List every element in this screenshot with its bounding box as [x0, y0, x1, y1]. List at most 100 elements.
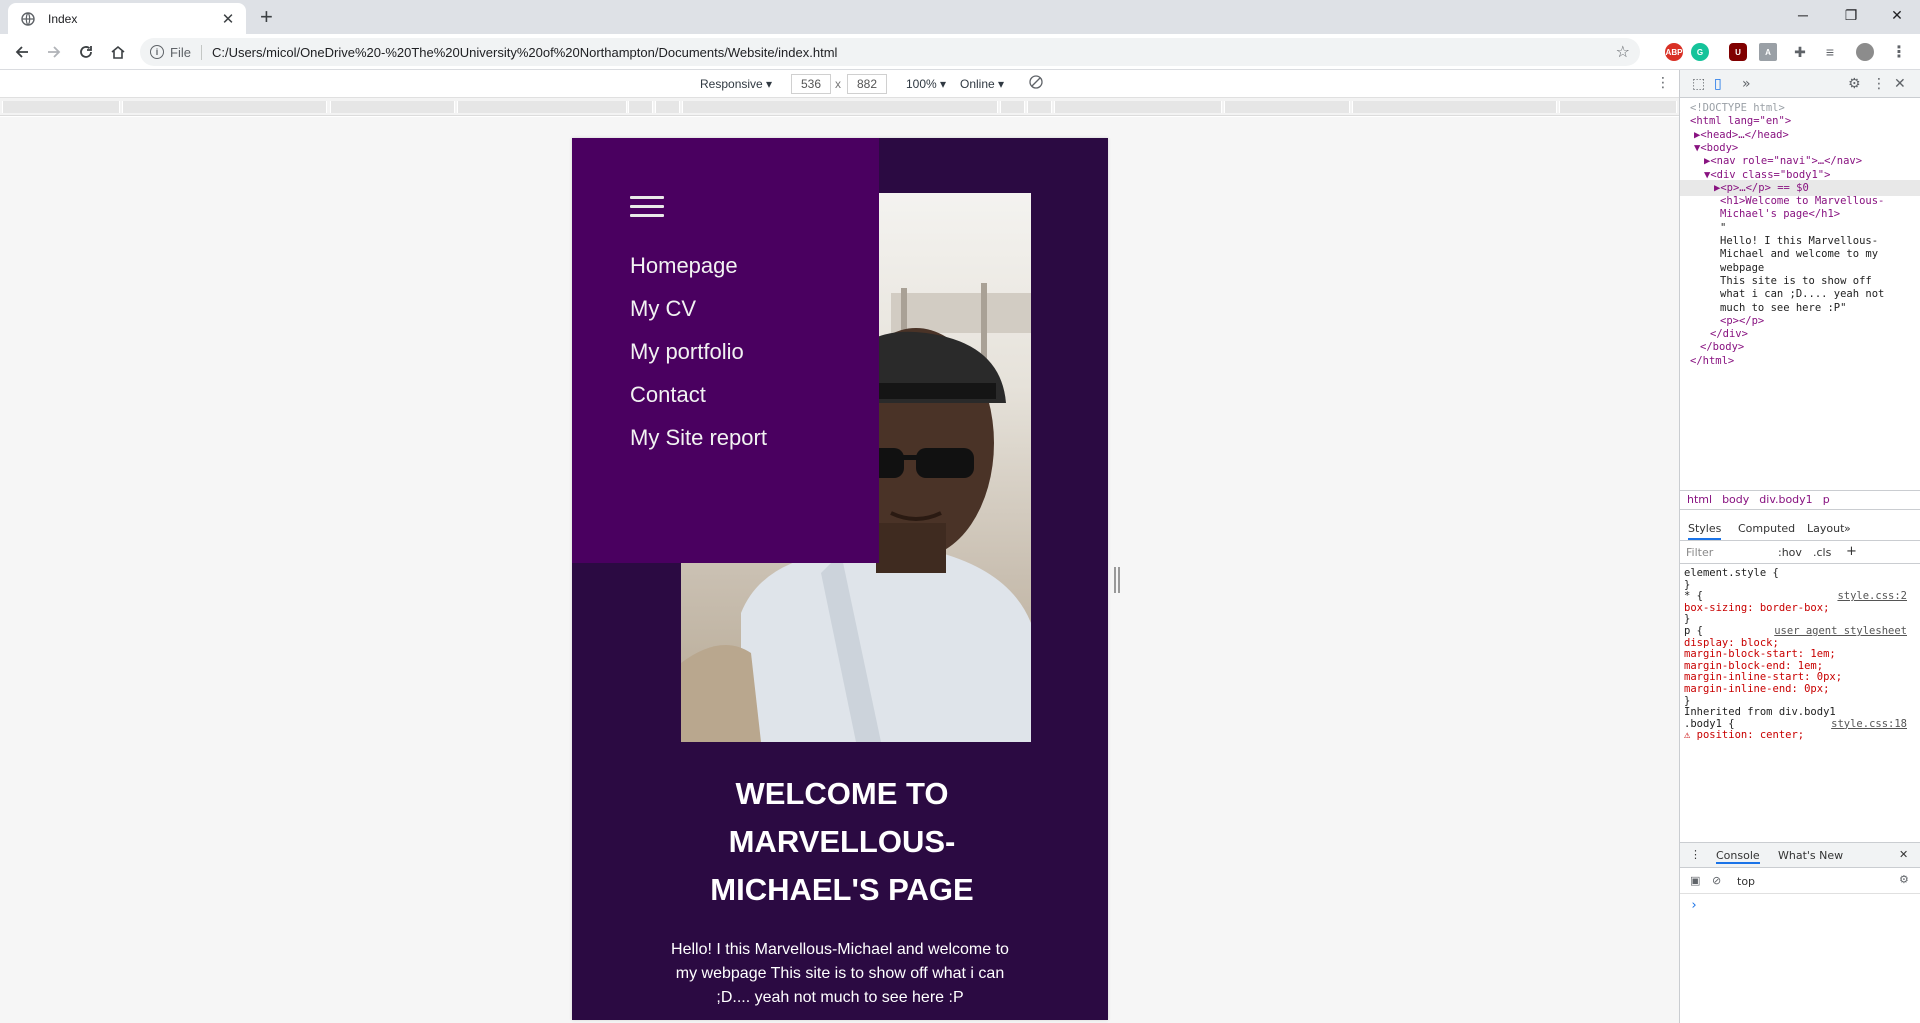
menu-kebab-icon[interactable]: ⋮	[1890, 43, 1908, 61]
media-query-ruler	[0, 98, 1679, 116]
nav-link-site-report[interactable]: My Site report	[630, 425, 767, 451]
network-label: Online	[960, 77, 995, 91]
width-input[interactable]: 536	[791, 74, 831, 94]
emulated-page: Homepage My CV My portfolio Contact My S…	[572, 138, 1108, 1020]
url-scheme: File	[170, 44, 202, 60]
console-drawer-tabs: ⋮ Console What's New ✕	[1680, 842, 1920, 868]
dimension-separator: x	[835, 77, 841, 91]
minimize-button[interactable]: ─	[1780, 0, 1826, 30]
dom-node-text: </body>	[1700, 341, 1745, 354]
styles-filter-input[interactable]: Filter	[1686, 546, 1713, 559]
side-navigation: Homepage My CV My portfolio Contact My S…	[572, 138, 879, 563]
reload-icon[interactable]	[74, 40, 98, 64]
nav-link-my-cv[interactable]: My CV	[630, 296, 696, 322]
restore-button[interactable]: ❐	[1828, 0, 1874, 30]
height-input[interactable]: 882	[847, 74, 887, 94]
nav-link-homepage[interactable]: Homepage	[630, 253, 738, 279]
nav-link-my-portfolio[interactable]: My portfolio	[630, 339, 744, 365]
css-rule-line[interactable]: ⚠ position: center;	[1684, 728, 1913, 742]
ublock-extension-icon[interactable]: U	[1729, 43, 1747, 61]
dom-node-text: Michael's page</h1>	[1720, 208, 1841, 221]
dom-node-text: Hello! I this Marvellous-	[1720, 235, 1879, 247]
devtools-menu-icon[interactable]: ⋮	[1872, 76, 1886, 92]
back-icon[interactable]	[10, 40, 34, 64]
browser-toolbar: i File C:/Users/micol/OneDrive%20-%20The…	[0, 34, 1920, 70]
clear-console-icon[interactable]: ⊘	[1712, 874, 1721, 887]
tab-strip: Index ✕ + ─ ❐ ✕	[0, 0, 1920, 34]
breadcrumb-body[interactable]: body	[1722, 493, 1749, 506]
close-tab-icon[interactable]: ✕	[220, 10, 236, 28]
device-toggle-icon[interactable]: ▯	[1714, 76, 1722, 92]
breadcrumb-div[interactable]: div.body1	[1759, 493, 1812, 506]
more-panels-icon[interactable]: »	[1742, 76, 1751, 92]
address-bar[interactable]: i File C:/Users/micol/OneDrive%20-%20The…	[140, 38, 1640, 66]
home-icon[interactable]	[106, 40, 130, 64]
puzzle-extensions-icon[interactable]: ✚	[1791, 43, 1809, 61]
page-heading: Welcome to Marvellous-Michael's page	[710, 776, 974, 907]
dom-node-text: </html>	[1690, 354, 1735, 367]
nav-link-contact[interactable]: Contact	[630, 382, 706, 408]
device-toolbar: Responsive ▾ 536 x 882 100% ▾ Online ▾ ⋮	[0, 70, 1679, 98]
devtools-header: ⬚ ▯ » ⚙ ⋮ ✕	[1680, 70, 1920, 98]
tab-whats-new[interactable]: What's New	[1778, 849, 1843, 862]
media-queue-icon[interactable]: ≡	[1821, 43, 1839, 61]
responsive-dropdown[interactable]: Responsive ▾	[700, 77, 772, 91]
close-drawer-icon[interactable]: ✕	[1899, 848, 1908, 861]
zoom-label: 100%	[906, 77, 937, 91]
tab-computed[interactable]: Computed	[1738, 522, 1795, 535]
dom-node-text: ▶<p>…</p> == $0	[1714, 181, 1809, 194]
tab-layout[interactable]: Layout	[1807, 522, 1844, 535]
breadcrumb-html[interactable]: html	[1687, 493, 1712, 506]
site-info-icon[interactable]: i	[150, 45, 164, 59]
drawer-menu-icon[interactable]: ⋮	[1690, 848, 1701, 861]
bookmark-star-icon[interactable]: ☆	[1616, 42, 1630, 62]
url-text[interactable]: C:/Users/micol/OneDrive%20-%20The%20Univ…	[212, 45, 837, 60]
rotate-icon[interactable]	[1029, 75, 1043, 92]
context-selector[interactable]: top	[1737, 875, 1755, 888]
dom-node-text: <!DOCTYPE html>	[1690, 102, 1785, 114]
sidebar-toggle-icon[interactable]: ▣	[1690, 874, 1700, 887]
breadcrumb-p[interactable]: p	[1823, 493, 1830, 506]
viewport-resize-handle[interactable]	[1114, 567, 1120, 593]
avatar[interactable]	[1856, 43, 1874, 61]
styles-filter-bar: Filter :hov .cls +	[1680, 542, 1920, 564]
extension-icon[interactable]: A	[1759, 43, 1777, 61]
dom-node-line[interactable]: </html>	[1680, 353, 1920, 369]
settings-gear-icon[interactable]: ⚙	[1848, 76, 1861, 92]
hover-state-toggle[interactable]: :hov	[1778, 546, 1802, 559]
dom-node-text: ▶<nav role="navi">…</nav>	[1704, 155, 1863, 168]
add-rule-icon[interactable]: +	[1846, 544, 1857, 559]
close-window-button[interactable]: ✕	[1874, 0, 1920, 30]
inspect-element-icon[interactable]: ⬚	[1692, 76, 1705, 92]
dom-node-text: Michael and welcome to my	[1720, 248, 1879, 261]
responsive-label: Responsive	[700, 77, 763, 91]
dom-node-text: ▼<body>	[1694, 141, 1739, 154]
device-toolbar-more-icon[interactable]: ⋮	[1656, 74, 1670, 91]
forward-icon[interactable]	[42, 40, 66, 64]
hamburger-menu-icon[interactable]	[630, 196, 664, 220]
dom-node-text: </div>	[1710, 328, 1748, 341]
tab-more[interactable]: »	[1844, 522, 1851, 535]
tab-console[interactable]: Console	[1716, 849, 1760, 864]
dom-node-text: webpage	[1720, 261, 1765, 274]
dom-node-text: ▼<div class="body1">	[1704, 168, 1831, 181]
grammarly-extension-icon[interactable]: G	[1691, 43, 1709, 61]
browser-tab[interactable]: Index ✕	[8, 3, 246, 34]
console-prompt[interactable]: ›	[1690, 898, 1698, 913]
class-toggle[interactable]: .cls	[1813, 546, 1831, 559]
console-settings-icon[interactable]: ⚙	[1899, 873, 1909, 886]
close-devtools-icon[interactable]: ✕	[1894, 76, 1906, 92]
console-toolbar: ▣ ⊘ top ⚙	[1680, 870, 1920, 894]
zoom-dropdown[interactable]: 100% ▾	[906, 77, 946, 91]
dom-node-text: <h1>Welcome to Marvellous-	[1720, 195, 1885, 208]
tab-title: Index	[48, 11, 78, 26]
network-dropdown[interactable]: Online ▾	[960, 77, 1004, 91]
styles-subtabs: Styles Computed Layout »	[1680, 517, 1920, 541]
adblock-extension-icon[interactable]: ABP	[1665, 43, 1683, 61]
tab-styles[interactable]: Styles	[1688, 522, 1722, 540]
new-tab-button[interactable]: +	[260, 5, 273, 29]
devtools-panel: ⬚ ▯ » ⚙ ⋮ ✕ <!DOCTYPE html> <html lang="e…	[1679, 70, 1920, 1023]
dom-node-text: <p></p>	[1720, 314, 1765, 327]
css-rule-text: ⚠ position: center;	[1684, 729, 1805, 742]
dom-node-text: "	[1720, 221, 1727, 234]
